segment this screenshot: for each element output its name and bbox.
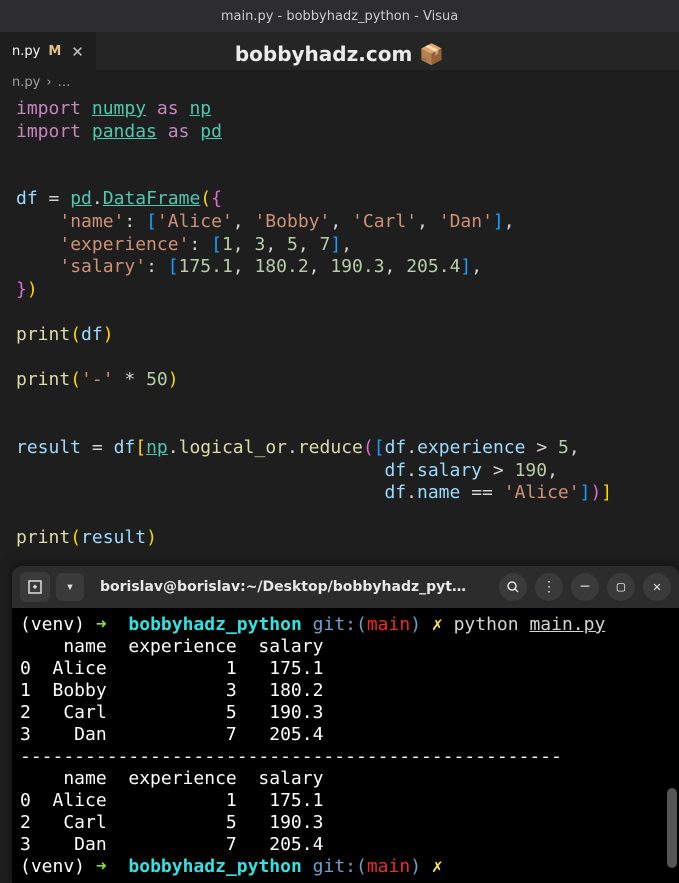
close-icon[interactable]: ✕ <box>69 43 86 61</box>
search-icon[interactable] <box>499 573 527 601</box>
window-title: main.py - bobbyhadz_python - Visua <box>221 9 458 24</box>
terminal-title: borislav@borislav:~/Desktop/bobbyhadz_py… <box>90 579 493 595</box>
breadcrumb-file: n.py <box>12 75 40 90</box>
menu-icon[interactable]: ⋮ <box>535 573 563 601</box>
breadcrumb-sep: › <box>46 75 51 90</box>
new-tab-button[interactable] <box>20 572 50 602</box>
tab-filename: n.py <box>12 44 40 59</box>
breadcrumb-more: … <box>58 75 71 90</box>
breadcrumb[interactable]: n.py › … <box>0 70 679 94</box>
code-editor[interactable]: import numpy as np import pandas as pd d… <box>0 94 679 554</box>
tab-bar: n.py M ✕ <box>0 32 679 70</box>
git-modified-badge: M <box>48 44 61 59</box>
close-button[interactable]: ✕ <box>643 573 671 601</box>
minimize-button[interactable]: ─ <box>571 573 599 601</box>
terminal-window: ▾ borislav@borislav:~/Desktop/bobbyhadz_… <box>12 566 679 883</box>
window-title-bar: main.py - bobbyhadz_python - Visua <box>0 0 679 32</box>
tab-main-py[interactable]: n.py M ✕ <box>0 32 96 70</box>
maximize-button[interactable]: ▢ <box>607 573 635 601</box>
terminal-header: ▾ borislav@borislav:~/Desktop/bobbyhadz_… <box>12 566 679 608</box>
dropdown-button[interactable]: ▾ <box>56 573 84 601</box>
terminal-scrollbar[interactable] <box>665 608 679 883</box>
scrollbar-thumb[interactable] <box>667 788 677 868</box>
terminal-body[interactable]: (venv) ➜ bobbyhadz_python git:(main) ✗ p… <box>12 608 679 883</box>
